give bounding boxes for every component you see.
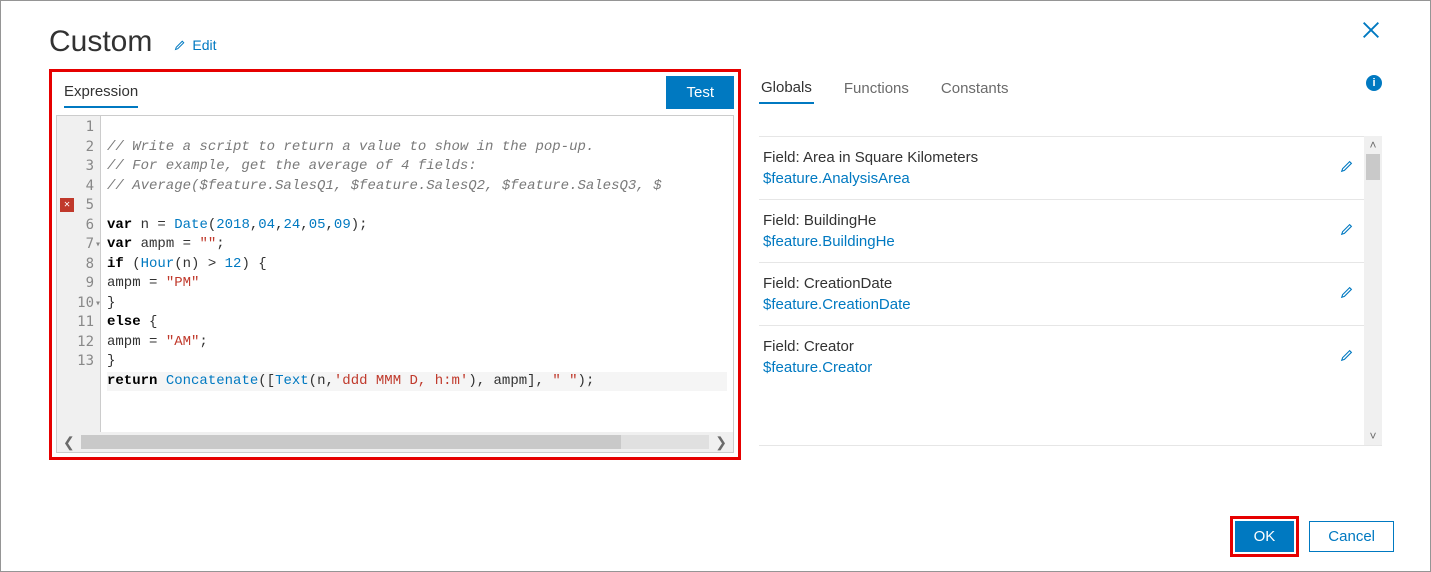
- editor-gutter: 1 2 3 4 ✕5 6 7▾ 8 9 10▾ 11 12 13: [57, 116, 101, 432]
- scroll-right-icon[interactable]: ❯: [715, 434, 727, 451]
- gutter-line: ✕5: [57, 196, 100, 216]
- insert-button[interactable]: [1340, 348, 1354, 365]
- gutter-line: 13: [57, 352, 100, 372]
- gutter-line: 4: [57, 177, 100, 197]
- gutter-line: 9: [57, 274, 100, 294]
- dialog-footer: OK Cancel: [1230, 516, 1394, 557]
- error-icon[interactable]: ✕: [60, 198, 74, 212]
- global-label: Field: Area in Square Kilometers: [763, 149, 1350, 166]
- gutter-line: 1: [57, 118, 100, 138]
- global-token: $feature.BuildingHe: [763, 233, 1350, 250]
- horizontal-scrollbar[interactable]: ❮ ❯: [57, 432, 733, 452]
- global-token: $feature.AnalysisArea: [763, 170, 1350, 187]
- scroll-up-icon[interactable]: ˄: [1369, 136, 1376, 154]
- reference-panel: Globals Functions Constants i Field: Are…: [759, 69, 1382, 446]
- tab-globals[interactable]: Globals: [759, 75, 814, 104]
- expression-dialog: Custom Edit Expression Test 1 2 3 4 ✕5: [0, 0, 1431, 572]
- gutter-line: 8: [57, 255, 100, 275]
- tab-functions[interactable]: Functions: [842, 76, 911, 103]
- vertical-scrollbar[interactable]: ˄ ˅: [1364, 136, 1382, 445]
- global-item[interactable]: Field: Creator $feature.Creator: [759, 325, 1382, 388]
- gutter-line: 2: [57, 138, 100, 158]
- global-item[interactable]: Field: Area in Square Kilometers $featur…: [759, 136, 1382, 199]
- gutter-line: 7▾: [57, 235, 100, 255]
- code-area[interactable]: // Write a script to return a value to s…: [101, 116, 733, 432]
- gutter-line: 10▾: [57, 294, 100, 314]
- global-item[interactable]: Field: BuildingHe $feature.BuildingHe: [759, 199, 1382, 262]
- code-editor[interactable]: 1 2 3 4 ✕5 6 7▾ 8 9 10▾ 11 12 13 /: [56, 115, 734, 453]
- expression-panel: Expression Test 1 2 3 4 ✕5 6 7▾ 8 9 10: [49, 69, 741, 460]
- tab-expression[interactable]: Expression: [64, 77, 138, 108]
- hscroll-thumb[interactable]: [81, 435, 622, 449]
- global-label: Field: BuildingHe: [763, 212, 1350, 229]
- pencil-icon: [1340, 285, 1354, 299]
- scroll-left-icon[interactable]: ❮: [63, 434, 75, 451]
- gutter-line: 6: [57, 216, 100, 236]
- global-label: Field: CreationDate: [763, 275, 1350, 292]
- edit-title-link[interactable]: Edit: [174, 37, 216, 53]
- dialog-header: Custom Edit: [49, 25, 1382, 59]
- scroll-down-icon[interactable]: ˅: [1369, 427, 1376, 445]
- test-button[interactable]: Test: [666, 76, 734, 109]
- global-token: $feature.CreationDate: [763, 296, 1350, 313]
- insert-button[interactable]: [1340, 159, 1354, 176]
- right-tabs: Globals Functions Constants i: [759, 69, 1382, 108]
- insert-button[interactable]: [1340, 285, 1354, 302]
- cancel-button[interactable]: Cancel: [1309, 521, 1394, 552]
- close-button[interactable]: [1360, 19, 1382, 44]
- global-label: Field: Creator: [763, 338, 1350, 355]
- dialog-title: Custom: [49, 25, 152, 59]
- pencil-icon: [1340, 222, 1354, 236]
- global-token: $feature.Creator: [763, 359, 1350, 376]
- vscroll-thumb[interactable]: [1366, 154, 1380, 180]
- hscroll-track[interactable]: [81, 435, 710, 449]
- main-content: Expression Test 1 2 3 4 ✕5 6 7▾ 8 9 10: [49, 69, 1382, 460]
- vscroll-track[interactable]: [1364, 154, 1382, 427]
- ok-highlight: OK: [1230, 516, 1300, 557]
- close-icon: [1360, 19, 1382, 41]
- globals-list: Field: Area in Square Kilometers $featur…: [759, 136, 1382, 446]
- ok-button[interactable]: OK: [1235, 521, 1295, 552]
- pencil-icon: [174, 39, 186, 51]
- global-item[interactable]: Field: CreationDate $feature.CreationDat…: [759, 262, 1382, 325]
- tab-constants[interactable]: Constants: [939, 76, 1011, 103]
- left-tabs: Expression Test: [56, 76, 734, 115]
- insert-button[interactable]: [1340, 222, 1354, 239]
- edit-label: Edit: [192, 37, 216, 53]
- pencil-icon: [1340, 348, 1354, 362]
- gutter-line: 3: [57, 157, 100, 177]
- editor-body: 1 2 3 4 ✕5 6 7▾ 8 9 10▾ 11 12 13 /: [57, 116, 733, 432]
- gutter-line: 11: [57, 313, 100, 333]
- info-icon[interactable]: i: [1366, 75, 1382, 91]
- gutter-line: 12: [57, 333, 100, 353]
- pencil-icon: [1340, 159, 1354, 173]
